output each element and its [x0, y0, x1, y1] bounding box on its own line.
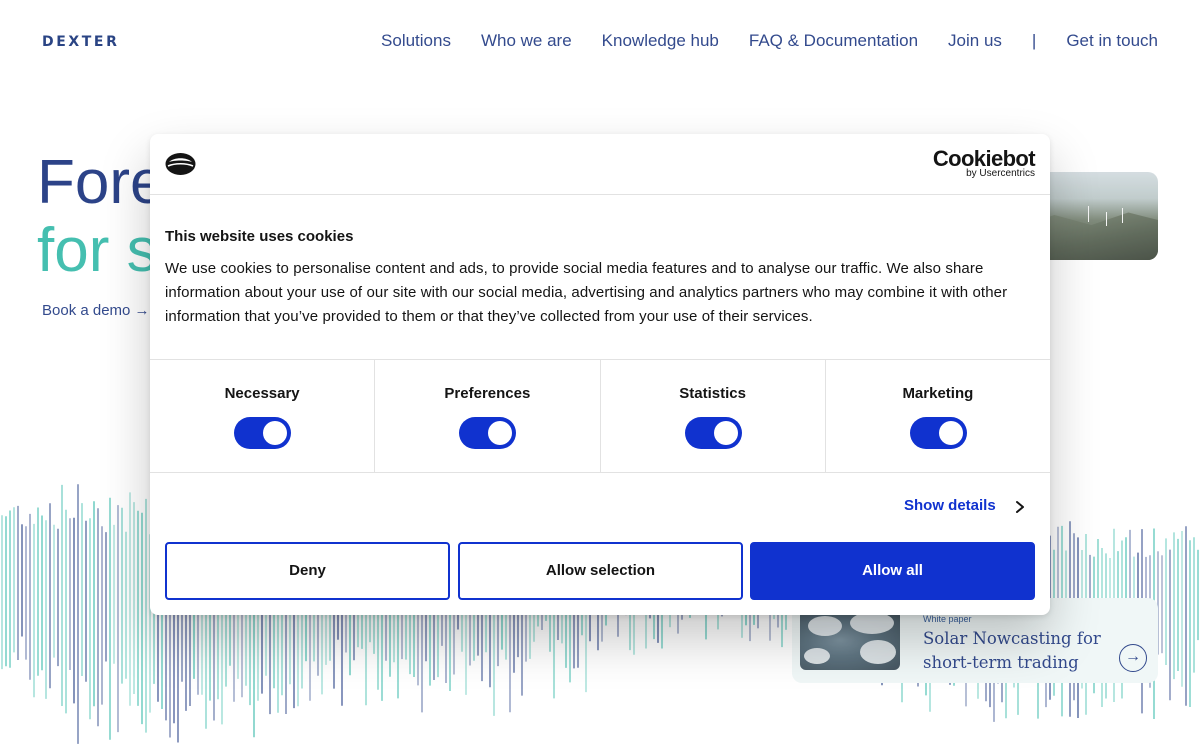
cookiebot-brand[interactable]: Cookiebot by Usercentrics — [932, 146, 1036, 180]
category-label: Preferences — [444, 385, 531, 402]
deny-button[interactable]: Deny — [165, 542, 450, 600]
consent-categories: Necessary Preferences Statistics Marketi… — [150, 359, 1050, 473]
cookie-consent-dialog: Cookiebot by Usercentrics This website u… — [150, 134, 1050, 615]
category-necessary: Necessary — [150, 360, 376, 472]
statistics-toggle[interactable] — [684, 417, 742, 449]
dialog-header: Cookiebot by Usercentrics — [150, 134, 1050, 195]
category-label: Marketing — [902, 385, 974, 402]
preferences-toggle[interactable] — [459, 417, 517, 449]
page: DEXTER Solutions Who we are Knowledge hu… — [0, 0, 1200, 750]
category-statistics: Statistics — [601, 360, 826, 472]
category-marketing: Marketing — [826, 360, 1050, 472]
category-label: Statistics — [679, 385, 746, 402]
allow-all-button[interactable]: Allow all — [750, 542, 1035, 600]
category-preferences: Preferences — [375, 360, 601, 472]
cookie-logo-icon — [165, 153, 196, 175]
show-details-link[interactable]: Show details — [904, 497, 996, 514]
category-label: Necessary — [224, 385, 300, 402]
cookiebot-wordmark: Cookiebot — [932, 146, 1036, 171]
necessary-toggle[interactable] — [234, 417, 292, 449]
dialog-description: We use cookies to personalise content an… — [165, 260, 1008, 325]
allow-selection-button[interactable]: Allow selection — [458, 542, 743, 600]
marketing-toggle[interactable] — [909, 417, 967, 449]
chevron-right-icon[interactable] — [1014, 500, 1026, 514]
dialog-title: This website uses cookies — [165, 228, 354, 245]
